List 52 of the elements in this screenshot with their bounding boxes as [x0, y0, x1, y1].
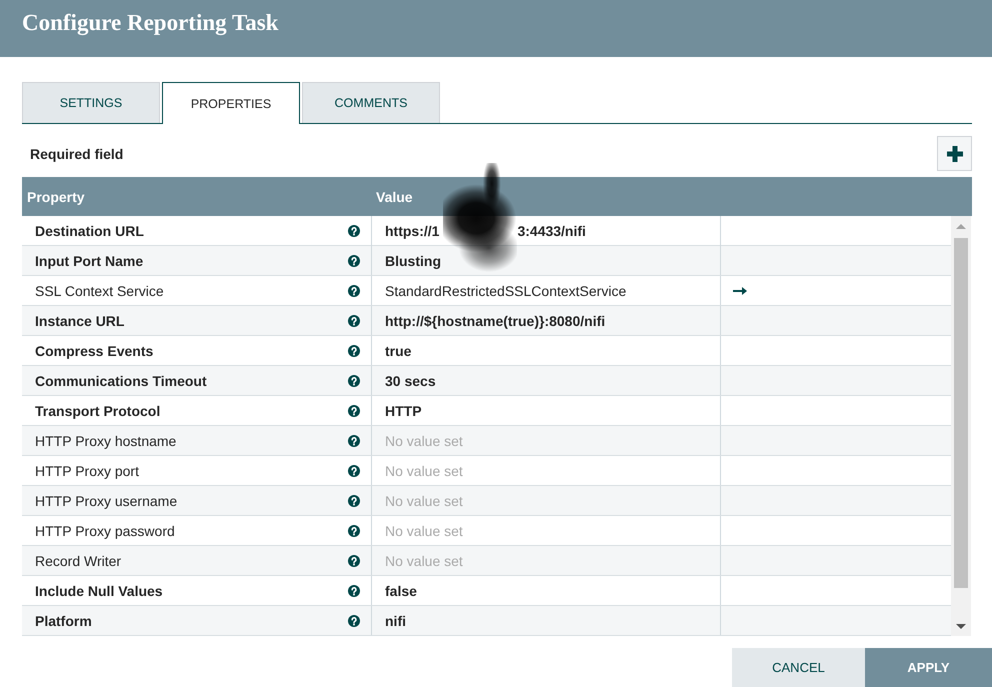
property-name: HTTP Proxy port [35, 462, 139, 478]
property-value[interactable]: StandardRestrictedSSLContextService [385, 282, 626, 298]
property-name: Communications Timeout [35, 372, 207, 388]
property-name: Destination URL [35, 223, 144, 239]
property-value[interactable]: https://1 [385, 223, 440, 239]
help-icon[interactable] [348, 344, 360, 356]
property-value[interactable]: 30 secs [385, 372, 436, 388]
help-icon[interactable] [348, 314, 360, 326]
help-icon[interactable] [348, 494, 360, 506]
property-name: Record Writer [35, 552, 122, 568]
help-icon[interactable] [348, 524, 360, 536]
column-header: Value [375, 188, 414, 204]
help-icon[interactable] [348, 225, 360, 237]
help-icon[interactable] [348, 464, 360, 476]
plus-icon [946, 146, 962, 162]
property-name: Input Port Name [35, 252, 144, 268]
column-header: Property [26, 188, 86, 204]
property-name: Transport Protocol [35, 402, 160, 418]
right-arrow-icon[interactable] [733, 286, 747, 294]
property-value[interactable]: false [385, 582, 417, 598]
help-icon[interactable] [348, 374, 360, 386]
property-value[interactable]: Blusting [385, 252, 441, 268]
help-icon[interactable] [348, 584, 360, 596]
help-icon[interactable] [348, 284, 360, 296]
property-name: Platform [35, 612, 92, 628]
help-icon[interactable] [348, 404, 360, 416]
scrollbar-thumb[interactable] [954, 238, 968, 588]
tab[interactable]: SETTINGS [22, 82, 160, 123]
help-icon[interactable] [348, 554, 360, 566]
help-icon[interactable] [348, 254, 360, 266]
scrollbar[interactable] [951, 216, 971, 636]
property-name: HTTP Proxy username [35, 492, 178, 508]
tab[interactable]: PROPERTIES [162, 82, 300, 124]
property-name: Compress Events [35, 342, 154, 358]
tab[interactable]: COMMENTS [302, 82, 440, 123]
property-value[interactable]: true [385, 342, 412, 358]
property-value[interactable]: http://${hostname(true)}:8080/nifi [385, 312, 606, 328]
help-icon[interactable] [348, 434, 360, 446]
property-name: SSL Context Service [35, 282, 164, 298]
help-icon[interactable] [348, 614, 360, 626]
scroll-down-arrow-icon[interactable] [956, 624, 966, 628]
required-field-note: Required field [30, 146, 124, 162]
add-property-button[interactable] [937, 136, 972, 171]
property-value[interactable]: HTTP [385, 402, 422, 418]
property-name: HTTP Proxy password [35, 522, 175, 538]
dialog-button[interactable]: CANCEL [732, 648, 865, 687]
dialog-title: Configure Reporting Task [22, 10, 278, 35]
property-value[interactable]: nifi [385, 612, 406, 628]
property-name: HTTP Proxy hostname [35, 432, 176, 448]
property-value[interactable]: 3:4433/nifi [517, 223, 586, 239]
property-name: Instance URL [35, 312, 124, 328]
property-name: Include Null Values [35, 582, 163, 598]
